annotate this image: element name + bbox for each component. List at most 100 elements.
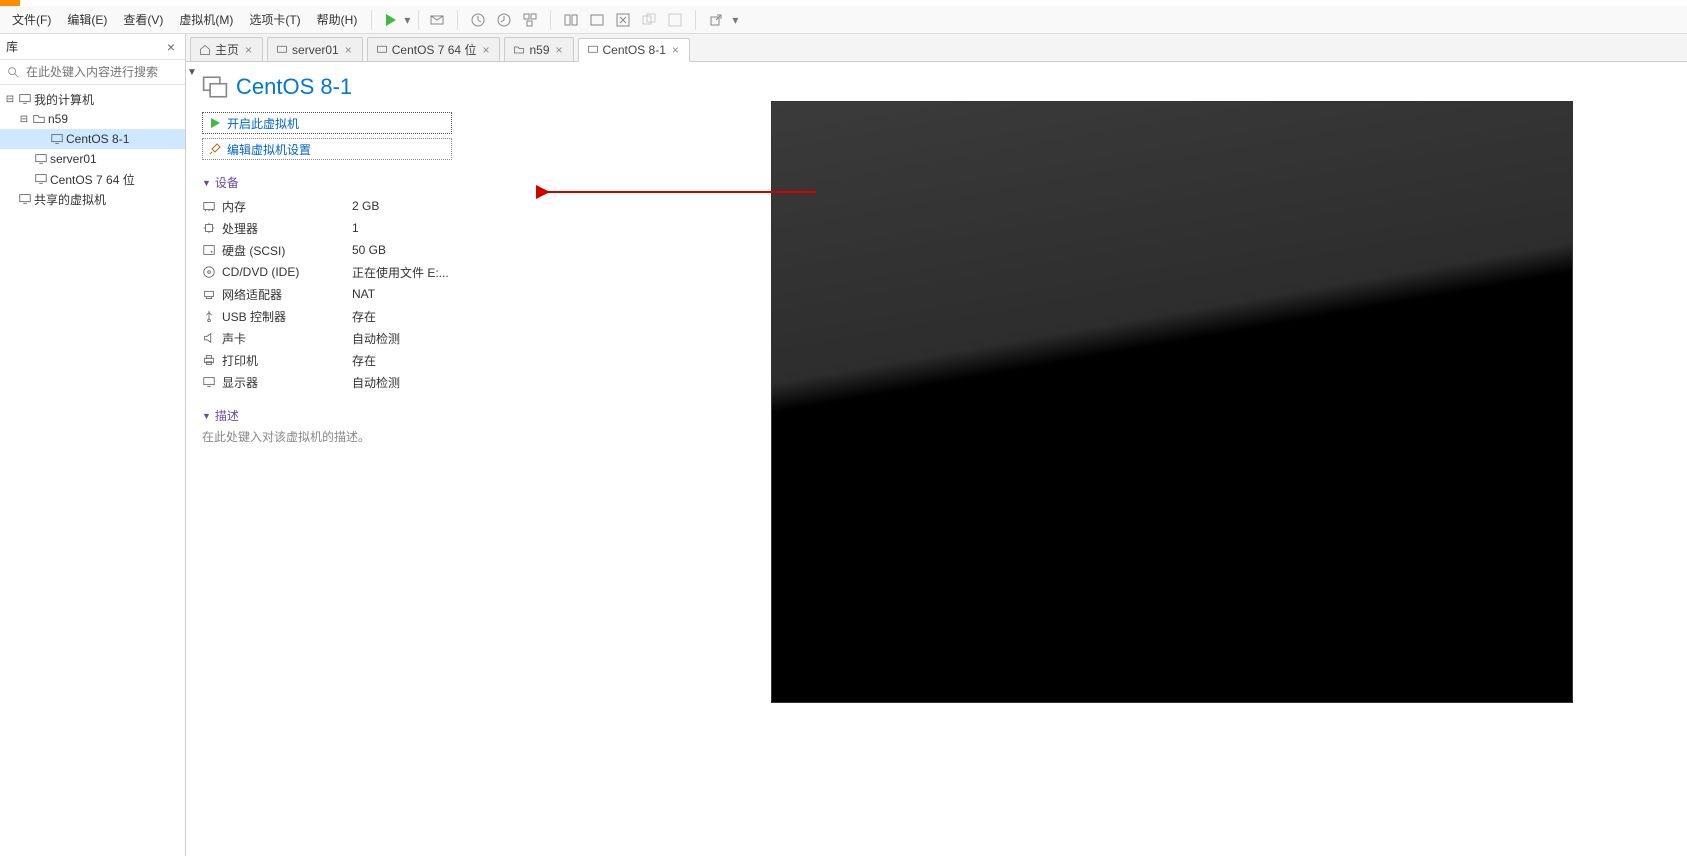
tabstrip: 主页 × server01 × CentOS 7 64 位 × n59 × Ce… [186,34,1687,62]
device-label: 内存 [222,198,246,215]
caret-down-icon: ▼ [202,411,211,421]
toolbar-play-button[interactable] [378,8,402,32]
device-value: 存在 [352,308,376,325]
description-section-header[interactable]: ▼ 描述 [202,407,640,424]
device-row[interactable]: 处理器1 [202,217,462,239]
toolbar-fullscreen-button[interactable] [663,8,687,32]
description-placeholder[interactable]: 在此处键入对该虚拟机的描述。 [202,428,640,445]
search-input[interactable] [24,64,183,80]
wrench-icon [209,143,221,155]
toolbar-stretch-button[interactable] [611,8,635,32]
tree-shared-vms[interactable]: 共享的虚拟机 [0,189,185,209]
device-row[interactable]: 内存2 GB [202,195,462,217]
vm-icon [34,172,48,186]
toolbar-send-button[interactable] [425,8,449,32]
device-row[interactable]: 声卡自动检测 [202,327,462,349]
tab-close-button[interactable]: × [243,43,254,57]
menu-help[interactable]: 帮助(H) [309,6,366,34]
start-vm-button[interactable]: 开启此虚拟机 [202,112,452,134]
toolbar-single-button[interactable] [585,8,609,32]
device-label: 硬盘 (SCSI) [222,242,285,259]
tab-n59[interactable]: n59 × [504,37,573,61]
device-row[interactable]: 网络适配器 NAT [202,283,462,305]
expand-icon[interactable]: ⊟ [4,93,16,105]
sidebar-title: 库 [6,38,18,55]
tab-close-button[interactable]: × [480,43,491,57]
device-label: 网络适配器 [222,286,282,303]
separator [457,10,458,30]
device-row[interactable]: CD/DVD (IDE) 正在使用文件 E:... [202,261,462,283]
cpu-icon [202,221,216,235]
menu-tabs[interactable]: 选项卡(T) [241,6,308,34]
monitor-icon [18,92,32,106]
menubar: 文件(F) 编辑(E) 查看(V) 虚拟机(M) 选项卡(T) 帮助(H) ▾ [0,6,1687,34]
sidebar-search[interactable]: ▼ [0,60,185,85]
tree-vm-server01[interactable]: server01 [0,149,185,169]
vm-icon [376,44,388,56]
tab-centos7[interactable]: CentOS 7 64 位 × [367,37,501,61]
sidebar: 库 × ▼ ⊟ 我的计算机 ⊟ n59 CentOS 8-1 [0,34,186,856]
toolbar-unity-button[interactable] [637,8,661,32]
tab-server01[interactable]: server01 × [267,37,363,61]
menu-edit[interactable]: 编辑(E) [59,6,115,34]
folder-icon [513,44,525,56]
device-value: 1 [352,221,359,235]
device-label: CD/DVD (IDE) [222,265,299,279]
library-tree: ⊟ 我的计算机 ⊟ n59 CentOS 8-1 server01 CentOS… [0,85,185,856]
toolbar-play-dropdown[interactable]: ▾ [402,8,412,32]
tab-close-button[interactable]: × [343,43,354,57]
tree-vm-centos7[interactable]: CentOS 7 64 位 [0,169,185,189]
vm-icon [587,44,599,56]
vm-preview [656,62,1687,856]
separator [418,10,419,30]
toolbar-manage-snapshots-button[interactable] [518,8,542,32]
menu-view[interactable]: 查看(V) [115,6,171,34]
vm-icon [50,132,64,146]
tab-centos8[interactable]: CentOS 8-1 × [578,38,690,62]
tab-close-button[interactable]: × [670,43,681,57]
fullscreen-icon [667,12,683,28]
edit-vm-settings-button[interactable]: 编辑虚拟机设置 [202,138,452,160]
devices-section-header[interactable]: ▼ 设备 [202,174,640,191]
sidebar-close-button[interactable]: × [163,39,179,55]
vm-screen-thumbnail[interactable] [772,102,1572,702]
tab-home[interactable]: 主页 × [190,37,263,61]
separator [550,10,551,30]
toolbar-popout-dropdown[interactable]: ▾ [730,8,740,32]
toolbar-thumbnail-button[interactable] [559,8,583,32]
disk-icon [202,243,216,257]
device-row[interactable]: 显示器自动检测 [202,371,462,393]
content-pane: 主页 × server01 × CentOS 7 64 位 × n59 × Ce… [186,34,1687,856]
printer-icon [202,353,216,367]
menu-file[interactable]: 文件(F) [4,6,59,34]
separator [371,10,372,30]
vm-icon [276,44,288,56]
send-icon [429,12,445,28]
page-title: CentOS 8-1 [236,74,352,100]
tree-folder-n59[interactable]: ⊟ n59 [0,109,185,129]
device-row[interactable]: 硬盘 (SCSI) 50 GB [202,239,462,261]
device-value: 正在使用文件 E:... [352,264,449,281]
play-icon [209,117,221,129]
device-value: NAT [352,287,375,301]
toolbar-snapshot-button[interactable] [466,8,490,32]
device-row[interactable]: 打印机存在 [202,349,462,371]
fit-icon [615,12,631,28]
tree-my-computer[interactable]: ⊟ 我的计算机 [0,89,185,109]
menu-vm[interactable]: 虚拟机(M) [171,6,241,34]
popout-icon [708,12,724,28]
clock-icon [470,12,486,28]
toolbar-revert-button[interactable] [492,8,516,32]
device-label: 声卡 [222,330,246,347]
separator [695,10,696,30]
home-icon [199,44,211,56]
vm-large-icon [202,74,228,100]
devices-list: 内存2 GB处理器1 硬盘 (SCSI) 50 GB CD/DVD (IDE) 正在使用… [202,195,462,393]
expand-icon[interactable]: ⊟ [18,113,30,125]
device-label: 显示器 [222,374,258,391]
toolbar-popout-button[interactable] [704,8,728,32]
device-value: 50 GB [352,243,386,257]
device-row[interactable]: USB 控制器存在 [202,305,462,327]
tab-close-button[interactable]: × [554,43,565,57]
tree-vm-centos8[interactable]: CentOS 8-1 [0,129,185,149]
